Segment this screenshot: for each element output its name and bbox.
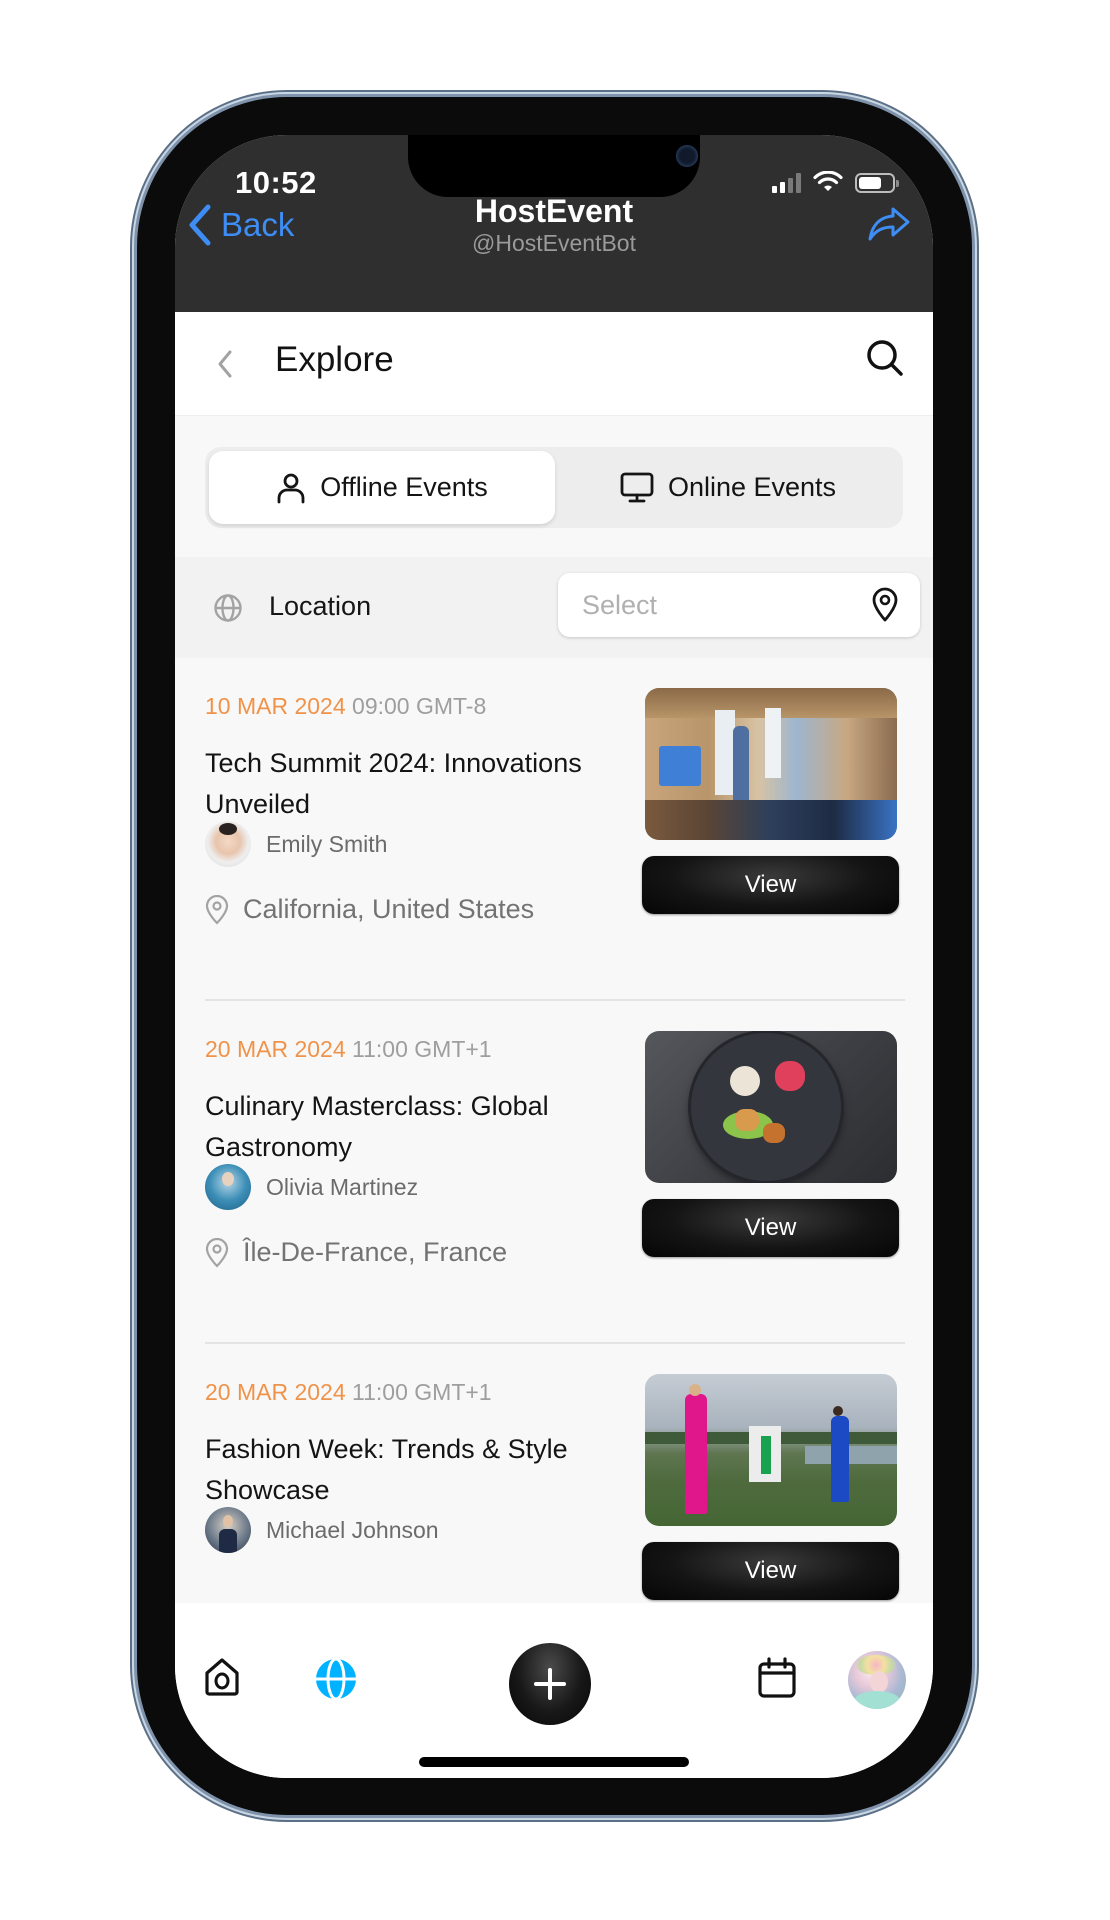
notch <box>408 135 700 197</box>
event-date: 20 MAR 2024 <box>205 1379 346 1405</box>
event-datetime: 10 MAR 2024 09:00 GMT-8 <box>205 693 486 720</box>
event-time: 09:00 GMT-8 <box>352 693 487 719</box>
location-select-placeholder: Select <box>582 590 658 620</box>
chevron-left-icon <box>218 350 232 378</box>
location-label: Location <box>269 591 372 621</box>
battery-icon <box>855 173 899 193</box>
event-mode-toggle: Offline Events Online Events <box>205 447 903 528</box>
event-date: 10 MAR 2024 <box>205 693 346 719</box>
event-card[interactable]: 20 MAR 2024 11:00 GMT+1 Culinary Masterc… <box>205 1001 905 1344</box>
front-camera <box>676 145 698 167</box>
event-time: 11:00 GMT+1 <box>352 1036 492 1062</box>
tab-online-events[interactable]: Online Events <box>557 451 899 524</box>
bot-title: HostEvent @HostEventBot <box>175 193 933 257</box>
event-datetime: 20 MAR 2024 11:00 GMT+1 <box>205 1379 492 1406</box>
tab-calendar[interactable] <box>757 1657 797 1699</box>
view-button[interactable]: View <box>642 856 899 914</box>
share-button[interactable] <box>867 205 911 248</box>
tab-online-events-label: Online Events <box>667 472 837 502</box>
host-avatar <box>205 821 251 867</box>
event-card[interactable]: 20 MAR 2024 11:00 GMT+1 Fashion Week: Tr… <box>205 1344 905 1603</box>
phone-screen: 10:52 Back HostEvent @HostEventBot Explo… <box>175 135 933 1778</box>
map-pin-icon <box>205 1237 229 1268</box>
event-list: 10 MAR 2024 09:00 GMT-8 Tech Summit 2024… <box>175 658 933 1603</box>
event-title[interactable]: Culinary Masterclass: Global Gastronomy <box>205 1086 645 1168</box>
tab-home[interactable] <box>203 1657 241 1697</box>
bot-handle: @HostEventBot <box>472 230 636 256</box>
host-avatar <box>205 1507 251 1553</box>
location-select[interactable]: Select <box>558 573 920 637</box>
location-text: Île-De-France, France <box>243 1237 508 1267</box>
tab-offline-events[interactable]: Offline Events <box>209 451 555 524</box>
status-icons <box>772 171 899 193</box>
location-text: California, United States <box>243 894 535 924</box>
telegram-header: 10:52 Back HostEvent @HostEventBot <box>175 135 933 312</box>
view-button[interactable]: View <box>642 1199 899 1257</box>
event-card[interactable]: 10 MAR 2024 09:00 GMT-8 Tech Summit 2024… <box>205 658 905 1001</box>
event-host: Michael Johnson <box>205 1507 439 1553</box>
globe-icon <box>214 594 242 622</box>
event-datetime: 20 MAR 2024 11:00 GMT+1 <box>205 1036 492 1063</box>
volume-up-button <box>130 525 136 643</box>
map-pin-icon <box>205 894 229 925</box>
bot-name: HostEvent <box>474 193 634 229</box>
event-title[interactable]: Fashion Week: Trends & Style Showcase <box>205 1429 645 1511</box>
event-host: Emily Smith <box>205 821 387 867</box>
cellular-signal-icon <box>772 173 801 193</box>
wifi-icon <box>813 171 843 191</box>
host-name: Emily Smith <box>266 830 388 857</box>
home-icon <box>205 1658 239 1696</box>
create-event-button[interactable] <box>509 1643 591 1725</box>
calendar-icon <box>758 1657 796 1698</box>
explore-header: Explore <box>175 312 933 416</box>
person-icon <box>277 473 305 503</box>
host-name: Michael Johnson <box>266 1516 439 1543</box>
search-button[interactable] <box>865 338 905 383</box>
host-avatar <box>205 1164 251 1210</box>
event-time: 11:00 GMT+1 <box>352 1379 492 1405</box>
event-image-dish[interactable] <box>645 1031 897 1183</box>
home-indicator[interactable] <box>419 1757 689 1767</box>
event-location: Île-De-France, France <box>205 1237 507 1268</box>
share-forward-icon <box>868 207 910 241</box>
location-filter: Location Select <box>175 557 933 658</box>
tab-explore[interactable] <box>314 1657 358 1701</box>
event-image-conference[interactable] <box>645 688 897 840</box>
event-location: California, United States <box>205 894 534 925</box>
mute-switch <box>130 412 136 470</box>
host-name: Olivia Martinez <box>266 1173 419 1200</box>
bottom-tab-bar <box>175 1603 933 1778</box>
search-icon <box>867 340 903 376</box>
event-image-fashion[interactable] <box>645 1374 897 1526</box>
volume-down-button <box>130 673 136 791</box>
globe-icon <box>316 1657 356 1701</box>
page-title: Explore <box>275 340 394 379</box>
map-pin-icon <box>872 587 898 622</box>
event-title[interactable]: Tech Summit 2024: Innovations Unveiled <box>205 743 645 825</box>
tab-offline-events-label: Offline Events <box>320 472 488 502</box>
view-button[interactable]: View <box>642 1542 899 1600</box>
event-date: 20 MAR 2024 <box>205 1036 346 1062</box>
plus-icon <box>534 1668 566 1700</box>
tab-profile-avatar[interactable] <box>848 1651 906 1709</box>
monitor-icon <box>620 472 654 502</box>
explore-back-button[interactable] <box>215 348 235 385</box>
event-host: Olivia Martinez <box>205 1164 418 1210</box>
